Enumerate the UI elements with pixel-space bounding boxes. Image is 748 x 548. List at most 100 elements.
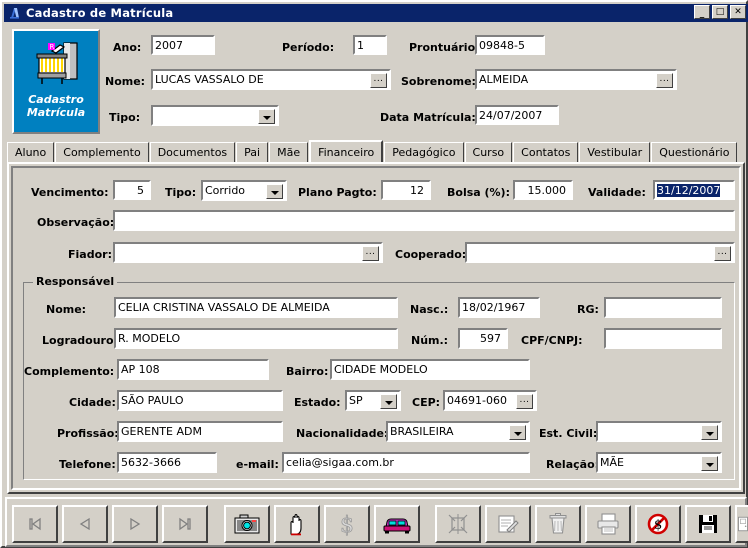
sobrenome-field[interactable]: ALMEIDA ... — [475, 69, 677, 90]
nome-field[interactable]: LUCAS VASSALO DE ... — [151, 69, 391, 90]
data-matricula-field[interactable]: 24/07/2007 — [475, 105, 559, 125]
logo-panel: R Cadastro Matrícula — [12, 29, 100, 134]
tab-aluno[interactable]: Aluno — [7, 142, 55, 162]
maximize-icon: □ — [715, 7, 725, 17]
observacao-field[interactable] — [113, 210, 735, 231]
plano-pagto-field[interactable]: 12 — [381, 180, 431, 200]
photo-button[interactable] — [224, 505, 270, 543]
responsavel-group-title: Responsável — [33, 275, 118, 288]
resp-num-field[interactable]: 597 — [458, 328, 508, 349]
resp-num-label: Núm.: — [411, 334, 449, 347]
resp-complemento-field[interactable]: AP 108 — [117, 359, 269, 380]
resp-nome-field[interactable]: CELIA CRISTINA VASSALO DE ALMEIDA — [114, 297, 398, 318]
new-record-button[interactable] — [435, 505, 481, 543]
cooperado-label: Cooperado: — [395, 248, 467, 261]
edit-record-icon — [498, 515, 519, 533]
app-logo-icon — [6, 6, 22, 20]
save-button[interactable] — [685, 505, 731, 543]
resp-cpf-field[interactable] — [604, 328, 722, 349]
resp-complemento-label: Complemento: — [24, 365, 115, 378]
resp-cep-field[interactable]: 04691-060 ... — [443, 390, 537, 411]
floppy-disk-icon — [699, 515, 717, 533]
resp-nacionalidade-label: Nacionalidade: — [296, 427, 389, 440]
resp-logradouro-label: Logradouro: — [42, 334, 118, 347]
resp-est-civil-combobox[interactable] — [596, 421, 722, 442]
prontuario-field[interactable]: 09848-5 — [475, 35, 545, 55]
vencimento-label: Vencimento: — [31, 186, 109, 199]
cooperado-field[interactable]: ... — [465, 242, 735, 263]
hand-icon — [290, 513, 302, 536]
chevron-down-icon[interactable] — [701, 456, 718, 471]
title-bar[interactable]: Cadastro de Matrícula _ □ ✕ — [4, 4, 748, 22]
chevron-down-icon[interactable] — [701, 425, 718, 440]
tab-mae[interactable]: Mãe — [269, 142, 309, 162]
edit-record-button[interactable] — [485, 505, 531, 543]
hand-button[interactable] — [274, 505, 320, 543]
resp-nasc-field[interactable]: 18/02/1967 — [458, 297, 540, 318]
financeiro-panel: Vencimento: 5 Tipo: Corrido Plano Pagto:… — [7, 162, 745, 494]
exit-button[interactable] — [735, 505, 748, 543]
fiador-field[interactable]: ... — [113, 242, 383, 263]
tab-contatos[interactable]: Contatos — [513, 142, 579, 162]
cep-browse-button[interactable]: ... — [516, 394, 533, 409]
vencimento-field[interactable]: 5 — [113, 180, 151, 200]
resp-nasc-label: Nasc.: — [410, 303, 449, 316]
resp-cidade-field[interactable]: SÃO PAULO — [117, 390, 283, 411]
validade-field[interactable]: 31/12/2007 — [653, 180, 735, 200]
periodo-label: Período: — [282, 41, 335, 54]
tipo-pagto-combobox[interactable]: Corrido — [201, 180, 287, 201]
ano-field[interactable]: 2007 — [151, 35, 215, 55]
transport-button[interactable] — [374, 505, 420, 543]
chevron-down-icon[interactable] — [509, 425, 526, 440]
chevron-down-icon[interactable] — [266, 184, 283, 199]
first-record-button[interactable] — [12, 505, 58, 543]
close-button[interactable]: ✕ — [730, 5, 746, 19]
nome-label: Nome: — [105, 75, 146, 88]
cooperado-browse-button[interactable]: ... — [714, 246, 731, 261]
resp-cpf-label: CPF/CNPJ: — [521, 334, 583, 347]
previous-record-button[interactable] — [62, 505, 108, 543]
resp-estado-combobox[interactable]: SP — [345, 390, 401, 411]
nome-browse-button[interactable]: ... — [370, 73, 387, 88]
tab-pedagogico[interactable]: Pedagógico — [384, 142, 464, 162]
chevron-down-icon[interactable] — [258, 109, 275, 124]
resp-email-field[interactable]: celia@sigaa.com.br — [282, 452, 530, 473]
resp-cidade-label: Cidade: — [69, 396, 116, 409]
finance-button[interactable]: $ — [324, 505, 370, 543]
maximize-button[interactable]: □ — [712, 5, 728, 19]
tab-vestibular[interactable]: Vestibular — [579, 142, 651, 162]
last-record-button[interactable] — [162, 505, 208, 543]
tipo-combobox[interactable] — [151, 105, 279, 126]
resp-bairro-field[interactable]: CIDADE MODELO — [330, 359, 530, 380]
ano-label: Ano: — [113, 41, 142, 54]
resp-relacao-combobox[interactable]: MÃE — [596, 452, 722, 473]
resp-profissao-field[interactable]: GERENTE ADM — [117, 421, 283, 442]
resp-email-label: e-mail: — [236, 458, 279, 471]
periodo-field[interactable]: 1 — [353, 35, 387, 55]
resp-rg-field[interactable] — [604, 297, 722, 318]
sobrenome-browse-button[interactable]: ... — [656, 73, 673, 88]
cancel-button[interactable]: $ — [635, 505, 681, 543]
resp-telefone-field[interactable]: 5632-3666 — [117, 452, 217, 473]
tab-financeiro[interactable]: Financeiro — [309, 140, 384, 162]
tab-curso[interactable]: Curso — [464, 142, 513, 162]
print-button[interactable] — [585, 505, 631, 543]
chevron-down-icon[interactable] — [380, 394, 397, 409]
svg-text:$: $ — [340, 513, 354, 536]
delete-record-button[interactable] — [535, 505, 581, 543]
tab-documentos[interactable]: Documentos — [149, 142, 236, 162]
resp-relacao-value: MÃE — [600, 456, 624, 469]
nome-value: LUCAS VASSALO DE — [155, 73, 264, 86]
resp-nacionalidade-combobox[interactable]: BRASILEIRA — [386, 421, 530, 442]
resp-profissao-label: Profissão: — [57, 427, 119, 440]
fiador-browse-button[interactable]: ... — [362, 246, 379, 261]
next-record-button[interactable] — [112, 505, 158, 543]
tipo-label: Tipo: — [109, 111, 141, 124]
resp-logradouro-field[interactable]: R. MODELO — [114, 328, 398, 349]
bolsa-field[interactable]: 15.000 — [513, 180, 573, 200]
minimize-button[interactable]: _ — [694, 5, 710, 19]
tab-complemento[interactable]: Complemento — [55, 142, 149, 162]
tab-questionario[interactable]: Questionário — [651, 142, 738, 162]
minimize-icon: _ — [699, 9, 705, 19]
tab-pai[interactable]: Pai — [236, 142, 269, 162]
